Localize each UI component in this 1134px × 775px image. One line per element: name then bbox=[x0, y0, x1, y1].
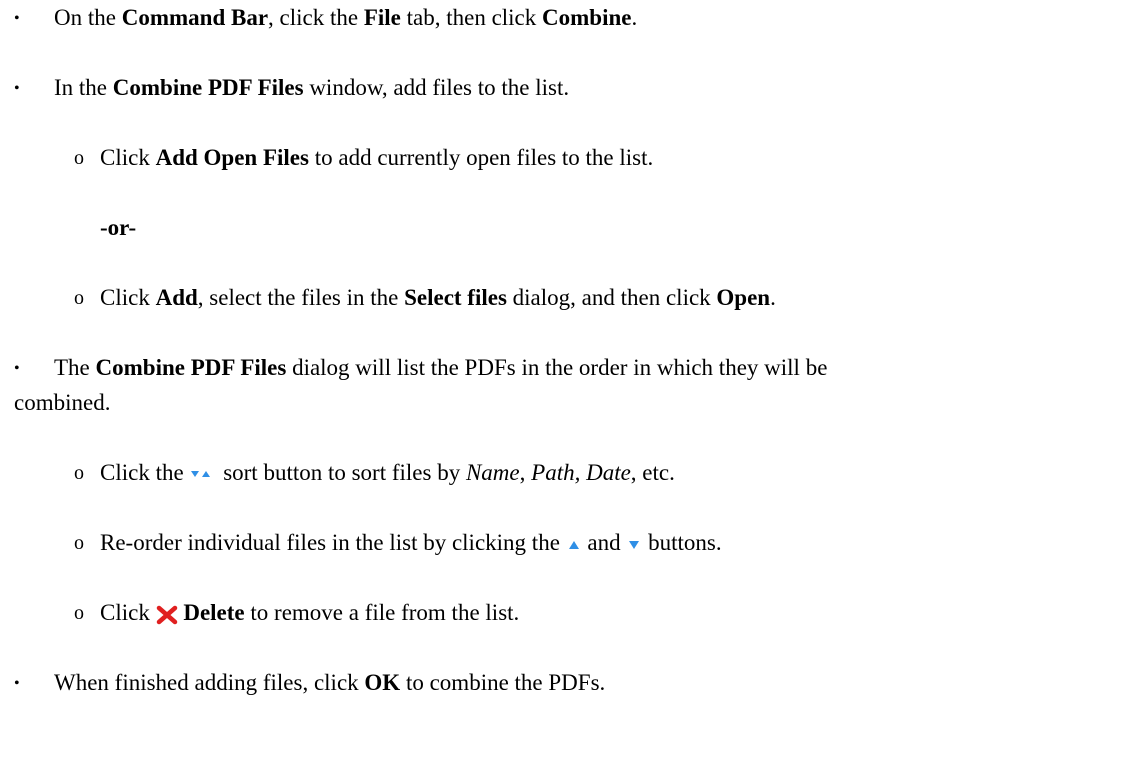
text: tab, then click bbox=[400, 5, 543, 30]
text: , select the files in the bbox=[197, 285, 405, 310]
sort-icon bbox=[191, 470, 211, 477]
text-bold: Combine PDF Files bbox=[112, 75, 304, 100]
text-bold: OK bbox=[364, 670, 401, 695]
bullet-item-3-continuation: combined. bbox=[14, 389, 110, 418]
text-italic: Path, Date bbox=[531, 460, 631, 485]
text-italic: Name bbox=[465, 460, 520, 485]
down-arrow-icon bbox=[629, 540, 640, 549]
text: to remove a file from the list. bbox=[244, 600, 520, 625]
text-bold: Add Open Files bbox=[155, 145, 309, 170]
bullet-marker: • bbox=[14, 10, 20, 27]
text: , click the bbox=[268, 5, 364, 30]
text-bold: File bbox=[363, 5, 401, 30]
sub-bullet-marker: o bbox=[74, 462, 84, 484]
text: On the bbox=[54, 5, 122, 30]
text: , etc. bbox=[630, 460, 675, 485]
text-bold: Command Bar bbox=[121, 5, 269, 30]
bullet-marker: • bbox=[14, 360, 20, 377]
text-bold: Combine bbox=[542, 5, 632, 30]
text-bold: Delete bbox=[183, 600, 245, 625]
text: Click bbox=[100, 600, 156, 625]
bullet-marker: • bbox=[14, 80, 20, 97]
text: In the bbox=[54, 75, 113, 100]
text: Re-order individual files in the list by… bbox=[100, 530, 566, 555]
up-arrow-icon bbox=[568, 540, 579, 549]
text: . bbox=[631, 5, 638, 30]
text: to add currently open files to the list. bbox=[308, 145, 654, 170]
text-bold: -or- bbox=[100, 215, 137, 240]
text: sort button to sort files by bbox=[223, 460, 466, 485]
text: combined. bbox=[14, 390, 111, 415]
text-bold: Add bbox=[155, 285, 198, 310]
sub-bullet-marker: o bbox=[74, 602, 84, 624]
sub-bullet-marker: o bbox=[74, 147, 84, 169]
text: buttons. bbox=[648, 530, 722, 555]
text: window, add files to the list. bbox=[303, 75, 570, 100]
text: . bbox=[770, 285, 776, 310]
text-bold: Open bbox=[716, 285, 771, 310]
sub-bullet-marker: o bbox=[74, 532, 84, 554]
text-bold: Combine PDF Files bbox=[95, 355, 287, 380]
text: and bbox=[587, 530, 627, 555]
text: dialog will list the PDFs in the order i… bbox=[286, 355, 828, 380]
text: Click bbox=[100, 285, 156, 310]
delete-x-icon bbox=[156, 605, 177, 624]
text: When finished adding files, click bbox=[54, 670, 365, 695]
text: Click bbox=[100, 145, 156, 170]
text-bold: Select files bbox=[404, 285, 507, 310]
sub-bullet-marker: o bbox=[74, 287, 84, 309]
text: , bbox=[519, 460, 532, 485]
text: to combine the PDFs. bbox=[400, 670, 606, 695]
or-separator: -or- bbox=[100, 214, 136, 243]
text: Click the bbox=[100, 460, 190, 485]
document-page: { "bullet_glyph": "•", "sub_bullet_glyph… bbox=[0, 0, 1134, 775]
bullet-marker: • bbox=[14, 675, 20, 692]
text: dialog, and then click bbox=[506, 285, 717, 310]
text: The bbox=[54, 355, 96, 380]
